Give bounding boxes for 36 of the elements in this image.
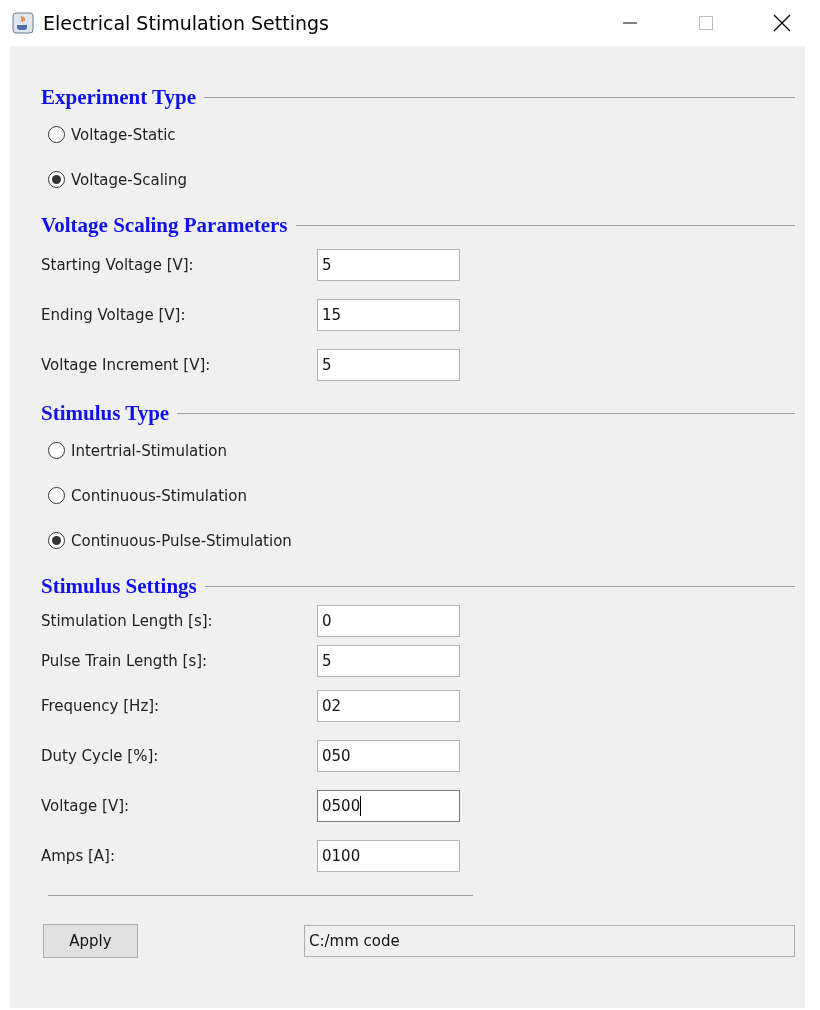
field-label: Amps [A]: — [41, 847, 116, 865]
input-field[interactable]: 02 — [317, 690, 460, 722]
path-field[interactable]: C:/mm code — [304, 925, 795, 957]
radio-option[interactable]: Intertrial-Stimulation — [48, 441, 227, 460]
section-heading: Voltage Scaling Parameters — [41, 212, 288, 238]
section-heading: Stimulus Settings — [41, 573, 197, 599]
input-field[interactable]: 0 — [317, 605, 460, 637]
field-label: Voltage [V]: — [41, 797, 131, 815]
section-heading: Stimulus Type — [41, 400, 170, 426]
radio-option[interactable]: Continuous-Pulse-Stimulation — [48, 531, 292, 550]
field-label: Pulse Train Length [s]: — [41, 652, 209, 670]
input-field[interactable]: 0100 — [317, 840, 460, 872]
radio-button[interactable] — [48, 442, 65, 459]
field-label: Ending Voltage [V]: — [41, 306, 187, 324]
input-field[interactable]: 0500 — [317, 790, 460, 822]
radio-button[interactable] — [48, 487, 65, 504]
radio-option[interactable]: Voltage-Scaling — [48, 170, 187, 189]
apply-button[interactable]: Apply — [43, 924, 138, 958]
input-field[interactable]: 5 — [317, 349, 460, 381]
input-field[interactable]: 5 — [317, 645, 460, 677]
field-label: Stimulation Length [s]: — [41, 612, 214, 630]
radio-option[interactable]: Continuous-Stimulation — [48, 486, 247, 505]
field-label: Voltage Increment [V]: — [41, 356, 212, 374]
radio-button[interactable] — [48, 126, 65, 143]
cup-icon — [12, 12, 34, 34]
radio-option[interactable]: Voltage-Static — [48, 125, 176, 144]
field-label: Starting Voltage [V]: — [41, 256, 195, 274]
input-field[interactable]: 5 — [317, 249, 460, 281]
field-label: Duty Cycle [%]: — [41, 747, 160, 765]
radio-button[interactable] — [48, 532, 65, 549]
radio-button[interactable] — [48, 171, 65, 188]
input-field[interactable]: 15 — [317, 299, 460, 331]
window-title: Electrical Stimulation Settings — [43, 12, 330, 34]
input-field[interactable]: 050 — [317, 740, 460, 772]
field-label: Frequency [Hz]: — [41, 697, 161, 715]
section-heading: Experiment Type — [41, 84, 196, 110]
